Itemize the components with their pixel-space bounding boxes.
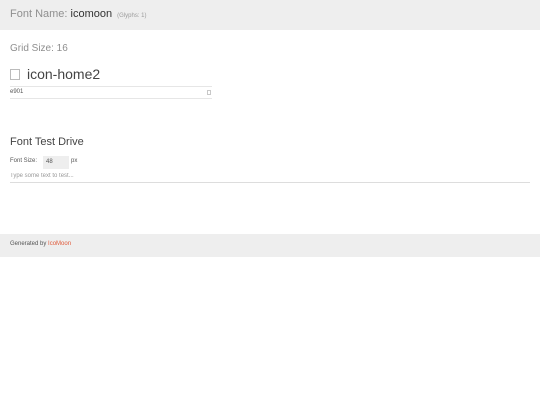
font-name-value: icomoon — [70, 8, 113, 20]
grid-size-label: Grid Size: 16 — [10, 43, 68, 54]
header-bar: Font Name: icomoon (Glyphs: 1) — [0, 0, 540, 30]
glyph-item: icon-home2 — [10, 66, 212, 86]
font-size-input[interactable] — [43, 156, 69, 169]
test-text-input[interactable] — [10, 170, 530, 183]
font-size-label: Font Size: — [10, 158, 38, 164]
test-drive-title: Font Test Drive — [10, 136, 84, 148]
icomoon-link[interactable]: IcoMoon — [48, 241, 71, 247]
home-icon — [10, 69, 20, 80]
glyph-code-field[interactable]: e901 — [10, 86, 212, 99]
font-name-label: Font Name: — [10, 8, 68, 20]
glyph-code-value[interactable]: e901 — [10, 89, 23, 95]
glyph-count: (Glyphs: 1) — [117, 13, 147, 19]
generated-by: Generated by IcoMoon — [10, 241, 71, 247]
glyph-char-icon — [207, 90, 211, 95]
generated-by-label: Generated by — [10, 241, 47, 247]
footer-bar: Generated by IcoMoon — [0, 234, 540, 257]
font-size-unit: px — [71, 158, 78, 164]
font-name-heading: Font Name: icomoon (Glyphs: 1) — [10, 8, 147, 20]
glyph-name: icon-home2 — [27, 66, 101, 82]
